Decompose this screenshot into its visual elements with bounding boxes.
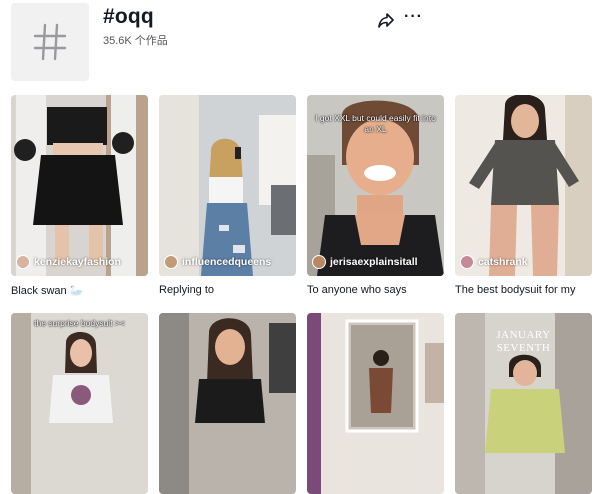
video-thumbnail[interactable]: I got XXL but could easily fit into an X…	[307, 95, 444, 276]
creator-tag[interactable]: kenziekayfashion	[16, 255, 121, 269]
video-overlay-text: JANUARY SEVENTH	[496, 329, 551, 354]
avatar	[312, 255, 326, 269]
video-thumbnail[interactable]	[159, 313, 296, 494]
creator-name: kenziekayfashion	[34, 256, 121, 268]
video-caption[interactable]: To anyone who says	[307, 284, 444, 298]
video-frame	[159, 95, 296, 276]
creator-tag[interactable]: influencedqueens	[164, 255, 271, 269]
video-thumbnail[interactable]: the surprise bodysuit ><	[11, 313, 148, 494]
video-overlay-text: the surprise bodysuit ><	[34, 318, 125, 328]
video-card[interactable]: kenziekayfashion Black swan 🦢	[11, 95, 148, 298]
creator-tag[interactable]: jerisaexplainsitall	[312, 255, 418, 269]
video-caption[interactable]: Replying to	[159, 284, 296, 298]
video-caption[interactable]: The best bodysuit for my	[455, 284, 592, 298]
hashtag-title: #oqq	[103, 5, 154, 28]
post-count: 35.6K 个作品	[103, 35, 168, 47]
video-card[interactable]: influencedqueens Replying to	[159, 95, 296, 298]
video-card[interactable]: JANUARY SEVENTH	[455, 313, 592, 494]
creator-tag[interactable]: catshrank	[460, 255, 528, 269]
video-thumbnail[interactable]	[307, 313, 444, 494]
video-thumbnail[interactable]: kenziekayfashion	[11, 95, 148, 276]
hashtag-icon	[33, 23, 67, 61]
video-caption[interactable]: Black swan 🦢	[11, 284, 148, 298]
video-thumbnail[interactable]: JANUARY SEVENTH	[455, 313, 592, 494]
video-frame	[455, 95, 592, 276]
hashtag-avatar	[11, 3, 89, 81]
avatar	[16, 255, 30, 269]
share-icon[interactable]	[376, 10, 396, 30]
video-frame	[11, 95, 148, 276]
video-card[interactable]: I got XXL but could easily fit into an X…	[307, 95, 444, 298]
video-frame	[159, 313, 296, 494]
video-card[interactable]	[307, 313, 444, 494]
video-thumbnail[interactable]: catshrank	[455, 95, 592, 276]
creator-name: influencedqueens	[182, 256, 272, 268]
video-card[interactable]	[159, 313, 296, 494]
creator-name: jerisaexplainsitall	[330, 256, 418, 268]
more-icon[interactable]: ···	[404, 7, 424, 27]
video-frame	[307, 313, 444, 494]
avatar	[460, 255, 474, 269]
video-thumbnail[interactable]: influencedqueens	[159, 95, 296, 276]
video-card[interactable]: catshrank The best bodysuit for my	[455, 95, 592, 298]
video-overlay-text: I got XXL but could easily fit into an X…	[315, 113, 436, 134]
video-frame	[11, 313, 148, 494]
creator-name: catshrank	[478, 256, 528, 268]
video-card[interactable]: the surprise bodysuit ><	[11, 313, 148, 494]
avatar	[164, 255, 178, 269]
